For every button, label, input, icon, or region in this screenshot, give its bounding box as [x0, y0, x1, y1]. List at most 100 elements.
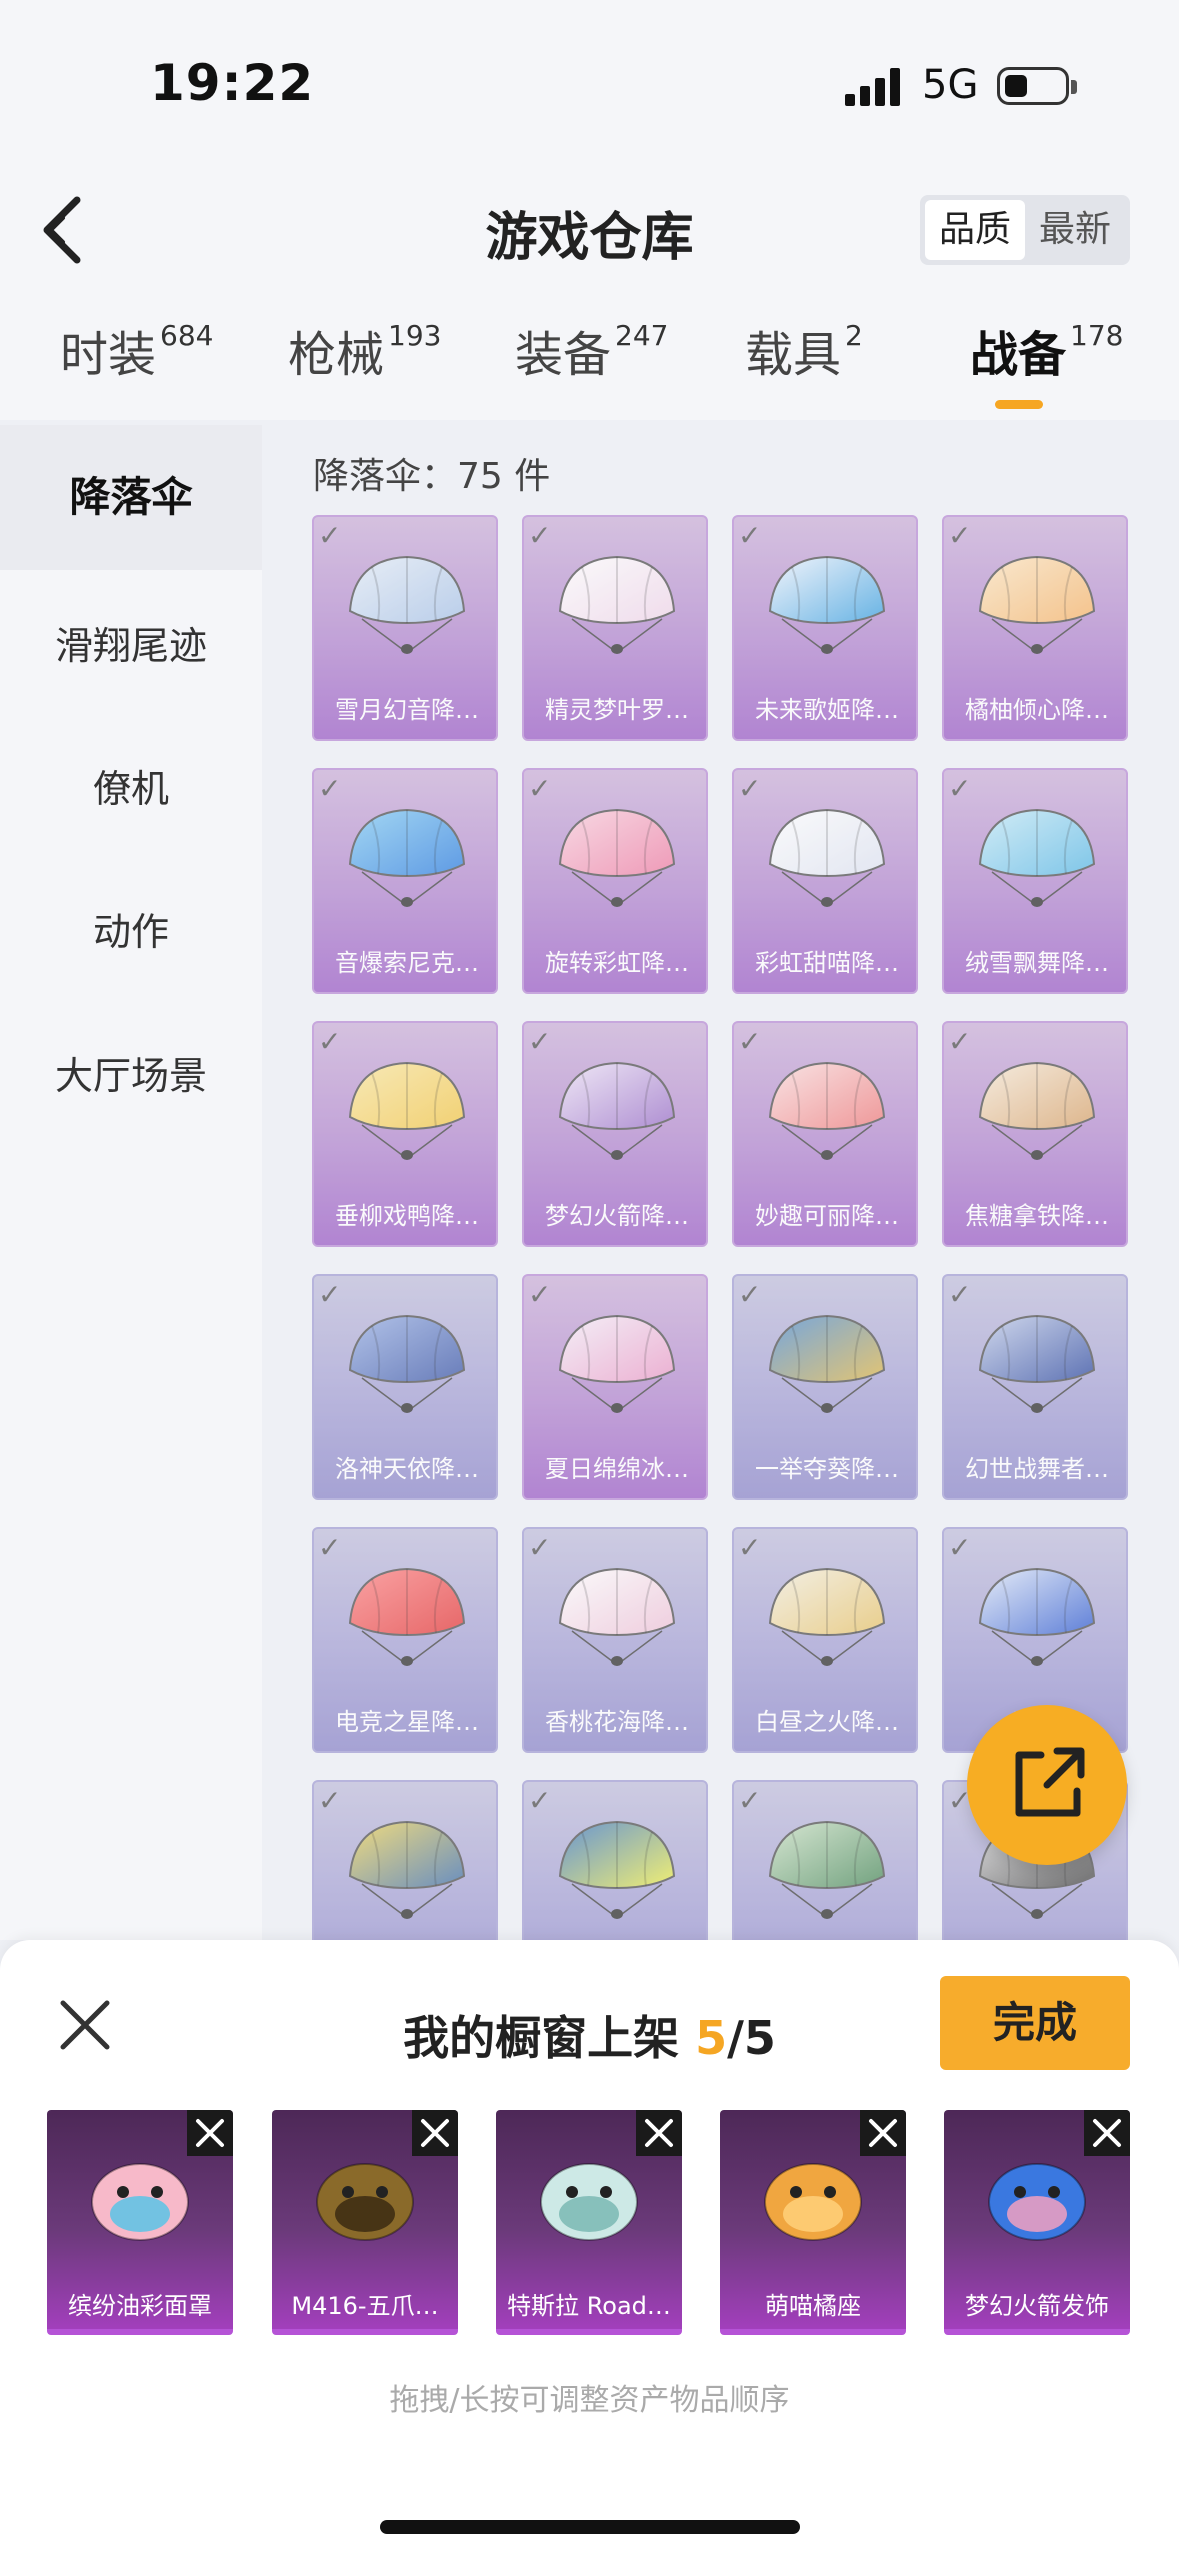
tab-count: 193 [388, 319, 442, 352]
card-overlay [734, 1529, 916, 1751]
sort-newest[interactable]: 最新 [1025, 200, 1125, 260]
card-overlay [734, 517, 916, 739]
card-overlay [314, 1276, 496, 1498]
card-overlay [944, 1276, 1126, 1498]
slot-name: 梦幻火箭发饰 [965, 2292, 1109, 2320]
parachute-card[interactable]: ✓ 绒雪飘舞降… [942, 768, 1128, 994]
card-overlay [944, 770, 1126, 992]
card-overlay [734, 1023, 916, 1245]
parachute-card[interactable]: ✓ 橘柚倾心降… [942, 515, 1128, 741]
card-overlay [524, 1023, 706, 1245]
parachute-card[interactable]: ✓ 洛神天依降… [312, 1274, 498, 1500]
showcase-slot[interactable]: 特斯拉 Road… [496, 2110, 682, 2335]
parachute-card[interactable]: ✓ 电竞之星降… [312, 1527, 498, 1753]
sort-quality[interactable]: 品质 [925, 200, 1025, 260]
header: 游戏仓库 品质 最新 时装 684 枪械 193 装备 247 载具 2 战备 178 [0, 150, 1179, 420]
tab-indicator [995, 400, 1043, 409]
card-overlay [524, 517, 706, 739]
item-count-label: 降落伞：75 件 [313, 456, 551, 497]
tab-count: 684 [160, 319, 214, 352]
parachute-card[interactable]: ✓ [522, 1780, 708, 1940]
slot-name: 特斯拉 Road… [507, 2292, 671, 2320]
network-type: 5G [922, 62, 979, 108]
slot-name: 缤纷油彩面罩 [68, 2292, 212, 2320]
tab-label: 装备 [515, 327, 612, 383]
tab-fashion[interactable]: 时装 684 [60, 315, 213, 385]
card-overlay [314, 1529, 496, 1751]
tab-count: 178 [1070, 319, 1124, 352]
sidebar-item-wingman[interactable]: 僚机 [0, 758, 262, 813]
share-external-icon [1015, 1747, 1085, 1817]
share-button[interactable] [967, 1705, 1127, 1865]
parachute-card[interactable]: ✓ 旋转彩虹降… [522, 768, 708, 994]
parachute-card[interactable]: ✓ 妙趣可丽降… [732, 1021, 918, 1247]
home-indicator [380, 2520, 800, 2534]
parachute-card[interactable]: ✓ 香桃花海降… [522, 1527, 708, 1753]
tab-equipment[interactable]: 装备 247 [515, 315, 668, 385]
sidebar-item-glide-trail[interactable]: 滑翔尾迹 [0, 615, 262, 670]
showcase-slot[interactable]: M416-五爪… [272, 2110, 458, 2335]
parachute-card[interactable]: ✓ 彩虹甜喵降… [732, 768, 918, 994]
parachute-card[interactable]: ✓ 音爆索尼克… [312, 768, 498, 994]
showcase-count: 5 [695, 2011, 728, 2065]
slot-name: M416-五爪… [291, 2292, 439, 2320]
card-overlay [734, 770, 916, 992]
parachute-card[interactable]: ✓ 一举夺葵降… [732, 1274, 918, 1500]
card-overlay [314, 1782, 496, 1940]
card-overlay [944, 1023, 1126, 1245]
parachute-card[interactable]: ✓ 幻世战舞者… [942, 1274, 1128, 1500]
hair-ornament-icon [988, 2163, 1086, 2241]
status-bar: 19:22 5G [0, 0, 1179, 150]
pig-mask-icon [91, 2163, 189, 2241]
card-overlay [524, 1782, 706, 1940]
parachute-card[interactable]: ✓ [732, 1780, 918, 1940]
card-overlay [314, 770, 496, 992]
tab-guns[interactable]: 枪械 193 [288, 315, 441, 385]
parachute-card[interactable]: ✓ 垂柳戏鸭降… [312, 1021, 498, 1247]
reorder-hint: 拖拽/长按可调整资产物品顺序 [389, 2383, 790, 2418]
showcase-slot[interactable]: 萌喵橘座 [720, 2110, 906, 2335]
parachute-card[interactable]: ✓ 夏日绵绵冰… [522, 1274, 708, 1500]
done-button[interactable]: 完成 [940, 1976, 1130, 2070]
sidebar-item-parachute[interactable]: 降落伞 [0, 425, 262, 570]
sort-toggle: 品质 最新 [920, 195, 1130, 265]
sidebar-item-emote[interactable]: 动作 [0, 901, 262, 956]
parachute-card[interactable]: ✓ 未来歌姬降… [732, 515, 918, 741]
status-time: 19:22 [150, 54, 315, 112]
sidebar-item-lobby-scene[interactable]: 大厅场景 [0, 1045, 262, 1100]
tab-war-prep[interactable]: 战备 178 [970, 315, 1123, 385]
showcase-total: /5 [727, 2011, 776, 2065]
parachute-card[interactable]: ✓ 白昼之火降… [732, 1527, 918, 1753]
card-overlay [314, 1023, 496, 1245]
car-icon [540, 2163, 638, 2241]
tab-label: 枪械 [288, 327, 385, 383]
slot-name: 萌喵橘座 [765, 2292, 861, 2320]
battery-tip [1071, 80, 1077, 94]
tab-count: 2 [845, 319, 863, 352]
showcase-title-text: 我的橱窗上架 [403, 2011, 680, 2065]
parachute-card[interactable]: ✓ 精灵梦叶罗… [522, 515, 708, 741]
category-sidebar: 降落伞 滑翔尾迹 僚机 动作 大厅场景 [0, 425, 262, 1940]
card-overlay [314, 517, 496, 739]
card-overlay [524, 1529, 706, 1751]
showcase-sheet: 我的橱窗上架 5/5 完成 缤纷油彩面罩 M416-五爪… 特斯拉 Road… 萌喵橘… [0, 1940, 1179, 2556]
tab-label: 时装 [60, 327, 157, 383]
tab-vehicles[interactable]: 载具 2 [745, 315, 863, 385]
tab-label: 战备 [970, 327, 1067, 383]
parachute-card[interactable]: ✓ 焦糖拿铁降… [942, 1021, 1128, 1247]
card-overlay [944, 517, 1126, 739]
parachute-card[interactable]: ✓ 雪月幻音降… [312, 515, 498, 741]
tab-count: 247 [615, 319, 669, 352]
signal-icon [845, 66, 905, 106]
card-overlay [734, 1276, 916, 1498]
cat-car-icon [764, 2163, 862, 2241]
parachute-card[interactable]: ✓ 梦幻火箭降… [522, 1021, 708, 1247]
showcase-slot[interactable]: 缤纷油彩面罩 [47, 2110, 233, 2335]
rifle-icon [316, 2163, 414, 2241]
card-overlay [524, 1276, 706, 1498]
showcase-slot[interactable]: 梦幻火箭发饰 [944, 2110, 1130, 2335]
parachute-card[interactable]: ✓ [312, 1780, 498, 1940]
card-overlay [524, 770, 706, 992]
battery-icon [997, 67, 1069, 105]
tab-label: 载具 [745, 327, 842, 383]
